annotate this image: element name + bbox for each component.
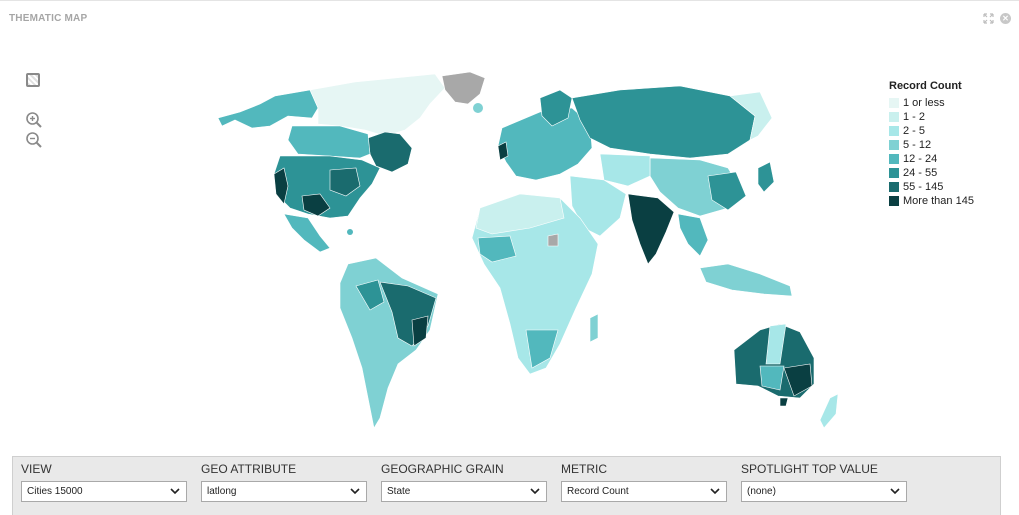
map-controls-bar: VIEW Cities 15000 GEO ATTRIBUTE latlong …: [12, 456, 1001, 515]
region-indonesia[interactable]: [699, 263, 793, 297]
legend-swatch: [889, 140, 899, 150]
region-southeast-asia[interactable]: [677, 213, 709, 257]
legend-swatch: [889, 182, 899, 192]
geographic-grain-control: GEOGRAPHIC GRAIN State: [381, 462, 547, 502]
map-tools: [25, 73, 43, 151]
chevron-down-icon: [890, 488, 900, 495]
geo-attribute-select-value: latlong: [207, 486, 237, 497]
legend-swatch: [889, 112, 899, 122]
legend-item: 12 - 24: [889, 152, 974, 166]
view-label: VIEW: [21, 462, 52, 476]
region-caribbean[interactable]: [347, 229, 353, 235]
zoom-out-icon[interactable]: [25, 131, 43, 149]
zoom-in-icon[interactable]: [25, 111, 43, 129]
legend-swatch: [889, 98, 899, 108]
legend-item: 1 - 2: [889, 110, 974, 124]
legend-swatch: [889, 154, 899, 164]
region-tasmania[interactable]: [779, 397, 789, 407]
legend-label: 5 - 12: [903, 139, 932, 151]
legend-swatch: [889, 126, 899, 136]
region-madagascar[interactable]: [589, 313, 599, 343]
geo-attribute-select[interactable]: latlong: [201, 481, 367, 502]
view-select-value: Cities 15000: [27, 486, 83, 497]
world-map[interactable]: [180, 68, 860, 438]
panel-title: THEMATIC MAP: [9, 13, 88, 24]
metric-control: METRIC Record Count: [561, 462, 727, 502]
region-greenland[interactable]: [441, 71, 486, 105]
legend-swatch: [889, 196, 899, 206]
map-legend: Record Count 1 or less 1 - 2 2 - 5 5 - 1…: [889, 80, 974, 208]
legend-item: 5 - 12: [889, 138, 974, 152]
metric-select-value: Record Count: [567, 486, 629, 497]
legend-label: More than 145: [903, 195, 974, 207]
chevron-down-icon: [350, 488, 360, 495]
region-russia[interactable]: [571, 85, 756, 159]
metric-label: METRIC: [561, 462, 607, 476]
legend-item: 55 - 145: [889, 180, 974, 194]
region-iceland[interactable]: [473, 103, 483, 113]
legend-item: 1 or less: [889, 96, 974, 110]
legend-title: Record Count: [889, 80, 962, 92]
legend-label: 24 - 55: [903, 167, 938, 179]
metric-select[interactable]: Record Count: [561, 481, 727, 502]
geo-attribute-label: GEO ATTRIBUTE: [201, 462, 297, 476]
spotlight-control: SPOTLIGHT TOP VALUE (none): [741, 462, 907, 502]
region-central-asia[interactable]: [599, 153, 651, 187]
legend-label: 1 - 2: [903, 111, 926, 123]
region-australia-south[interactable]: [759, 365, 785, 391]
chevron-down-icon: [530, 488, 540, 495]
geographic-grain-select-value: State: [387, 486, 411, 497]
region-brazil-east[interactable]: [411, 315, 429, 347]
region-alaska[interactable]: [217, 89, 319, 129]
region-india[interactable]: [627, 193, 675, 265]
spotlight-select-value: (none): [747, 486, 776, 497]
window-controls: ✕: [983, 13, 1011, 24]
legend-item: 2 - 5: [889, 124, 974, 138]
spotlight-select[interactable]: (none): [741, 481, 907, 502]
geographic-grain-label: GEOGRAPHIC GRAIN: [381, 462, 504, 476]
legend-label: 2 - 5: [903, 125, 926, 137]
maximize-icon[interactable]: [983, 13, 994, 24]
legend-swatch: [889, 168, 899, 178]
spotlight-label: SPOTLIGHT TOP VALUE: [741, 462, 878, 476]
legend-item: More than 145: [889, 194, 974, 208]
chevron-down-icon: [170, 488, 180, 495]
geographic-grain-select[interactable]: State: [381, 481, 547, 502]
legend-label: 1 or less: [903, 97, 945, 109]
region-mexico[interactable]: [283, 213, 331, 253]
region-no-data-africa[interactable]: [547, 233, 559, 247]
view-select[interactable]: Cities 15000: [21, 481, 187, 502]
region-canada-central[interactable]: [287, 125, 371, 159]
close-icon[interactable]: ✕: [1000, 13, 1011, 24]
chevron-down-icon: [710, 488, 720, 495]
panel-top-border: [0, 0, 1019, 1]
legend-label: 55 - 145: [903, 181, 944, 193]
geo-attribute-control: GEO ATTRIBUTE latlong: [201, 462, 367, 502]
view-control: VIEW Cities 15000: [21, 462, 187, 502]
legend-item: 24 - 55: [889, 166, 974, 180]
legend-label: 12 - 24: [903, 153, 938, 165]
region-new-zealand[interactable]: [819, 393, 839, 429]
region-select-icon[interactable]: [26, 73, 40, 87]
region-japan[interactable]: [757, 161, 775, 193]
